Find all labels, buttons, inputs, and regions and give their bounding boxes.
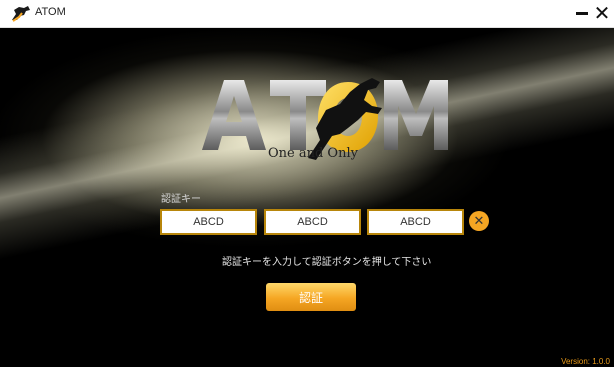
authenticate-button[interactable]: 認証 xyxy=(266,283,356,311)
main-panel: One and Only 認証キー ✕ 認証キーを入力して認証ボタンを押して下さ… xyxy=(0,28,614,367)
version-text: Version: 1.0.0 xyxy=(561,357,610,366)
title-bar: ATOM ✕ xyxy=(0,0,614,28)
auth-key-label: 認証キー xyxy=(161,194,201,205)
minimize-icon xyxy=(576,11,588,15)
app-window: ATOM ✕ One and Only 認証キー ABCD ABCD ABCD … xyxy=(0,0,614,367)
close-icon: ✕ xyxy=(593,1,611,25)
horse-logo-icon xyxy=(12,6,30,22)
window-title: ATOM xyxy=(35,6,66,18)
instruction-text: 認証キーを入力して認証ボタンを押して下さい xyxy=(222,257,432,268)
slogan-text: One and Only xyxy=(268,146,358,161)
clear-button[interactable]: ✕ xyxy=(469,211,489,231)
auth-key-input-2[interactable] xyxy=(264,209,361,235)
minimize-button[interactable] xyxy=(572,3,592,23)
authenticate-button-label: 認証 xyxy=(298,290,323,305)
close-button[interactable]: ✕ xyxy=(592,3,612,23)
auth-key-input-3[interactable] xyxy=(367,209,464,235)
clear-icon: ✕ xyxy=(473,213,485,229)
auth-key-input-1[interactable] xyxy=(160,209,257,235)
